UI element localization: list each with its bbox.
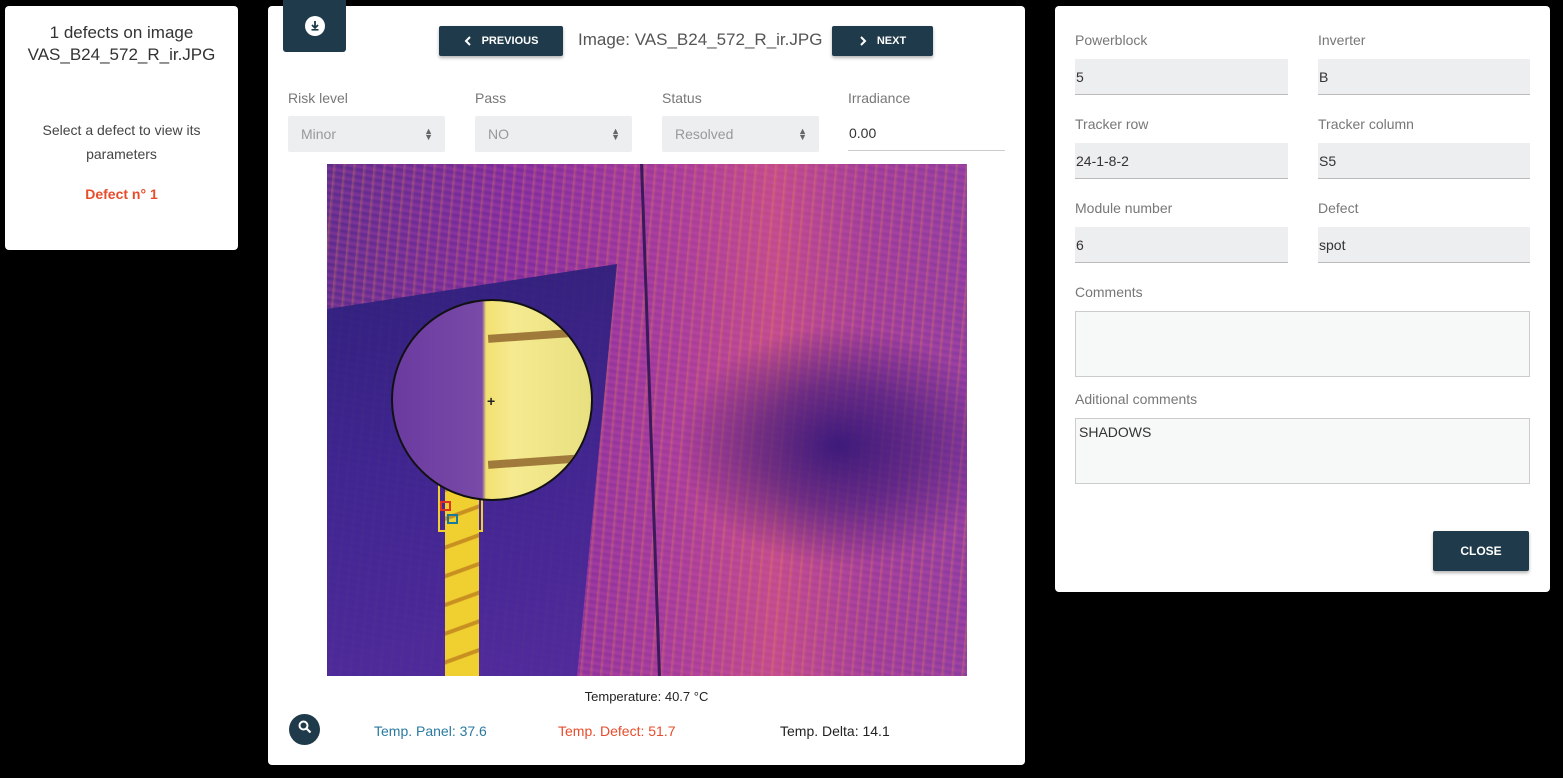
defect-item-1[interactable]: Defect n° 1 (85, 186, 158, 202)
defect-marker-box[interactable] (440, 501, 451, 511)
tracker-line (640, 164, 661, 676)
inverter-label: Inverter (1318, 32, 1366, 48)
defect-details-panel: Powerblock 5 Inverter B Tracker row 24-1… (1055, 6, 1550, 592)
previous-label: PREVIOUS (481, 35, 539, 47)
module-number-label: Module number (1075, 200, 1173, 216)
previous-button[interactable]: PREVIOUS (439, 26, 563, 56)
image-filename-text: VAS_B24_572_R_ir.JPG (27, 45, 216, 64)
defect-type-label: Defect (1318, 200, 1359, 216)
zoom-icon (298, 720, 312, 739)
defects-list-panel: 1 defects on image VAS_B24_572_R_ir.JPG … (5, 6, 238, 250)
temperature-readout: Temperature: 40.7 °C (584, 689, 709, 704)
status-label: Status (662, 90, 702, 106)
defects-count-title: 1 defects on image VAS_B24_572_R_ir.JPG (5, 22, 238, 66)
chevron-left-icon (464, 34, 472, 49)
irradiance-input[interactable] (848, 116, 1005, 151)
defects-count-text: 1 defects on image (49, 23, 194, 42)
image-viewer-panel: PREVIOUS Image: VAS_B24_572_R_ir.JPG NEX… (268, 0, 1025, 765)
crosshair-icon: + (487, 393, 496, 409)
powerblock-label: Powerblock (1075, 32, 1148, 48)
select-arrows-icon: ▲ ▼ (424, 126, 433, 142)
tracker-column-field[interactable]: S5 (1318, 143, 1530, 179)
thermal-image[interactable]: + (327, 164, 967, 676)
comments-textarea[interactable] (1075, 311, 1530, 377)
irradiance-label: Irradiance (848, 90, 911, 106)
chevron-right-icon (859, 34, 867, 49)
select-defect-hint: Select a defect to view its parameters (42, 122, 201, 162)
pass-label: Pass (475, 90, 507, 106)
zoom-button[interactable] (289, 714, 320, 745)
tracker-column-label: Tracker column (1318, 116, 1414, 132)
additional-comments-textarea[interactable]: SHADOWS (1075, 418, 1530, 484)
additional-comments-label: Aditional comments (1075, 391, 1198, 407)
panel-marker-box[interactable] (447, 514, 458, 524)
next-button[interactable]: NEXT (832, 26, 933, 56)
temp-defect-value: Temp. Defect: 51.7 (558, 723, 676, 739)
select-arrows-icon: ▲ ▼ (611, 126, 620, 142)
next-label: NEXT (876, 35, 907, 47)
image-title: Image: VAS_B24_572_R_ir.JPG (578, 30, 823, 49)
status-select[interactable]: Resolved ▲ ▼ (662, 116, 819, 152)
download-icon (304, 16, 325, 36)
pass-value: NO (488, 126, 509, 142)
comments-label: Comments (1075, 284, 1143, 300)
tracker-row-label: Tracker row (1075, 116, 1149, 132)
risk-level-value: Minor (301, 126, 337, 142)
powerblock-field[interactable]: 5 (1075, 59, 1288, 95)
magnifier-lens: + (391, 299, 593, 501)
inverter-field[interactable]: B (1318, 59, 1530, 95)
temp-panel-value: Temp. Panel: 37.6 (374, 723, 487, 739)
download-button[interactable] (283, 0, 346, 52)
select-arrows-icon: ▲ ▼ (798, 126, 807, 142)
tracker-row-field[interactable]: 24-1-8-2 (1075, 143, 1288, 179)
pass-select[interactable]: NO ▲ ▼ (475, 116, 632, 152)
close-button[interactable]: CLOSE (1433, 531, 1529, 571)
status-value: Resolved (675, 126, 734, 142)
module-number-field[interactable]: 6 (1075, 227, 1288, 263)
defect-type-field[interactable]: spot (1318, 227, 1530, 263)
temp-delta-value: Temp. Delta: 14.1 (780, 723, 890, 739)
risk-level-label: Risk level (288, 90, 348, 106)
risk-level-select[interactable]: Minor ▲ ▼ (288, 116, 445, 152)
